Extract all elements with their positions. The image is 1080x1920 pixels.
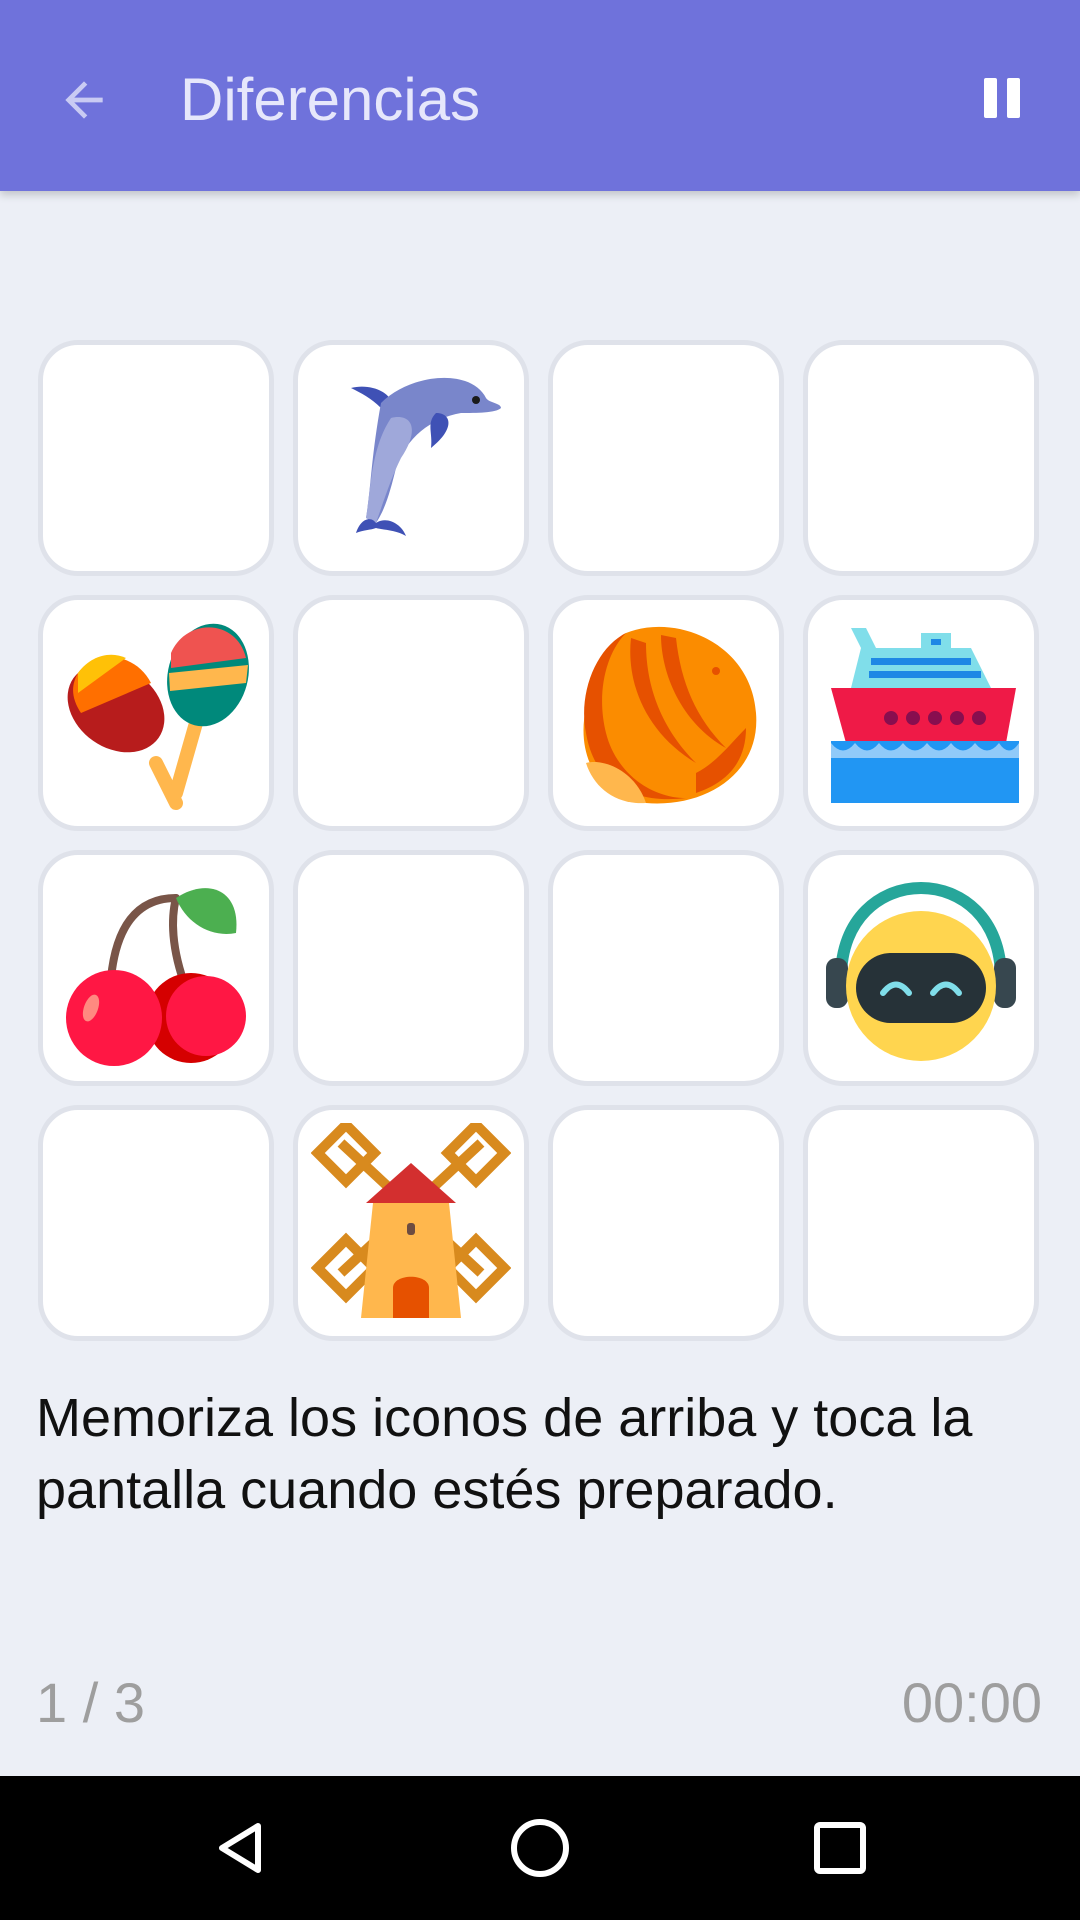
tile-empty[interactable] — [548, 1105, 784, 1341]
instruction-text: Memoriza los iconos de arriba y toca la … — [36, 1388, 973, 1520]
tile-empty[interactable] — [803, 1105, 1039, 1341]
nav-home-button[interactable] — [490, 1798, 590, 1898]
screen-title: Diferencias — [180, 66, 481, 133]
tile-empty[interactable] — [803, 340, 1039, 576]
hazelnut-icon — [583, 626, 757, 804]
tile-cherries[interactable] — [38, 850, 274, 1086]
windmill-icon — [311, 1123, 511, 1318]
cruise-ship-icon — [831, 628, 1019, 803]
maracas-icon — [67, 623, 249, 810]
tile-robot[interactable] — [803, 850, 1039, 1086]
tile-empty[interactable] — [548, 850, 784, 1086]
tile-maracas[interactable] — [38, 595, 274, 831]
robot-headphones-icon — [826, 881, 1016, 1061]
nav-back-button[interactable] — [190, 1798, 290, 1898]
tile-windmill[interactable] — [293, 1105, 529, 1341]
tile-empty[interactable] — [38, 340, 274, 576]
tile-hazelnut[interactable] — [548, 595, 784, 831]
timer: 00:00 — [901, 1671, 1042, 1734]
system-nav-bar — [0, 1776, 1080, 1920]
memory-grid — [38, 340, 1042, 1341]
nav-back-icon — [219, 1823, 261, 1873]
nav-recents-icon — [814, 1822, 866, 1874]
nav-home-icon — [511, 1819, 569, 1877]
back-button[interactable] — [42, 58, 126, 142]
pause-icon — [979, 77, 1025, 123]
app-bar: Diferencias — [0, 0, 1080, 191]
tile-empty[interactable] — [293, 850, 529, 1086]
dolphin-icon — [351, 377, 501, 536]
progress-counter: 1 / 3 — [36, 1671, 145, 1734]
pause-button[interactable] — [960, 58, 1044, 142]
tile-dolphin[interactable] — [293, 340, 529, 576]
tile-empty[interactable] — [548, 340, 784, 576]
tile-cruise-ship[interactable] — [803, 595, 1039, 831]
tile-empty[interactable] — [293, 595, 529, 831]
cherries-icon — [66, 888, 246, 1066]
arrow-back-icon — [65, 81, 103, 119]
tile-empty[interactable] — [38, 1105, 274, 1341]
nav-recents-button[interactable] — [790, 1798, 890, 1898]
